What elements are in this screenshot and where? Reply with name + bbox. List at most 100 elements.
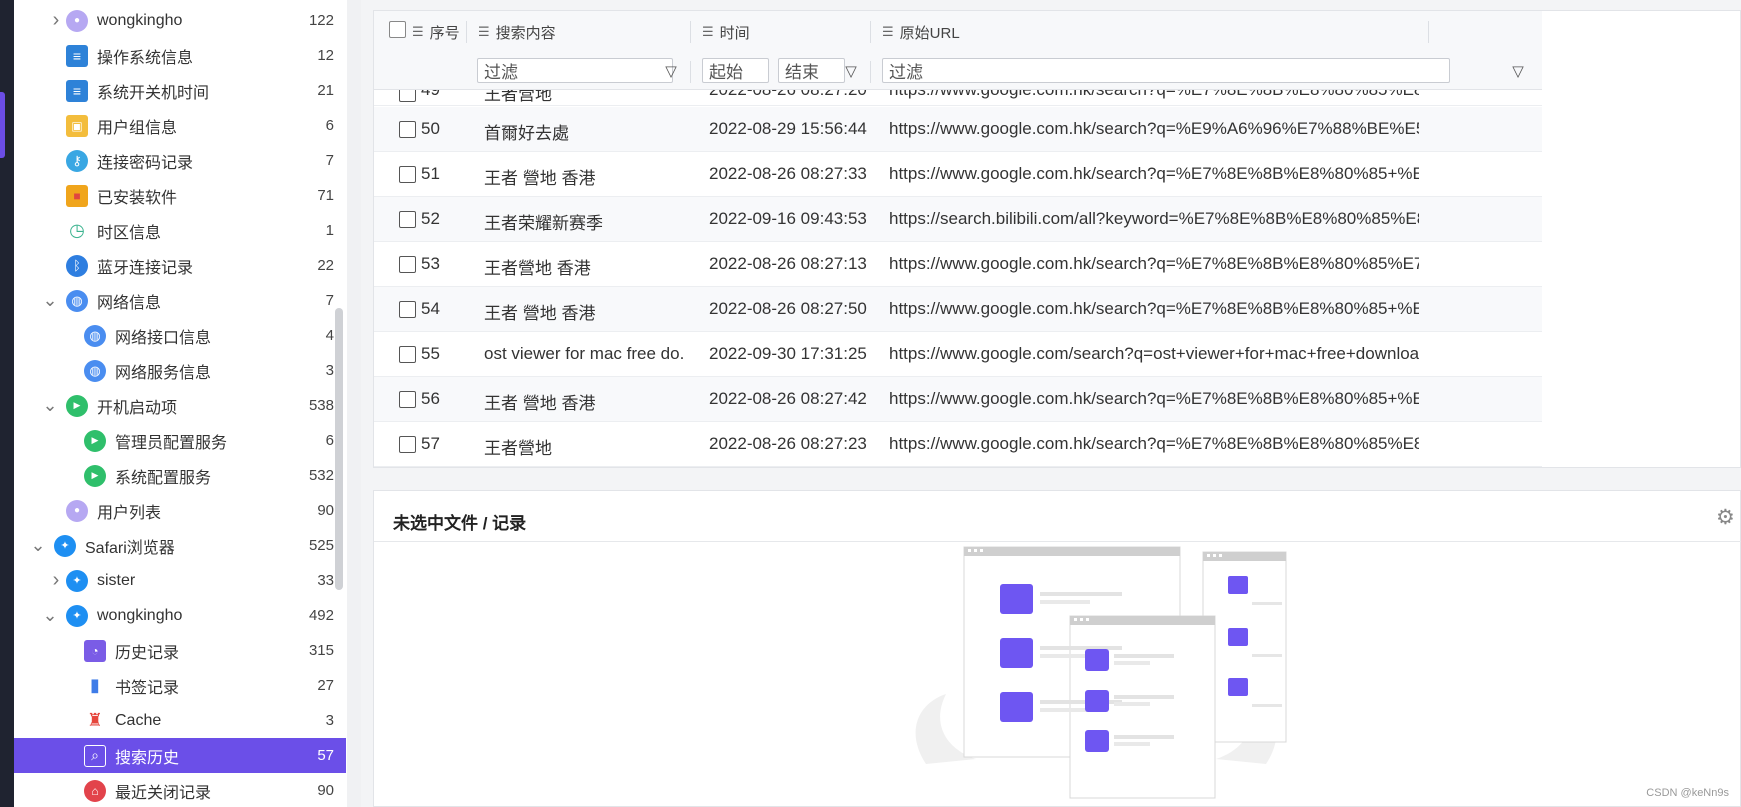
illustration-block <box>1228 576 1248 594</box>
column-menu-icon[interactable]: ☰ <box>882 24 894 40</box>
sidebar-divider[interactable] <box>347 0 361 807</box>
column-resizer[interactable] <box>870 61 871 83</box>
sidebar-item[interactable]: ◔ 历史记录 315 <box>14 633 346 668</box>
cell-index: 53 <box>421 254 440 273</box>
url-filter-input[interactable]: 过滤 <box>882 58 1450 83</box>
sidebar-item[interactable]: ▶ 管理员配置服务 6 <box>14 423 346 458</box>
chevron-right-icon[interactable]: › <box>48 9 64 31</box>
gear-icon[interactable]: ⚙ <box>1716 505 1740 529</box>
window-dot <box>1080 618 1083 621</box>
column-menu-icon[interactable]: ☰ <box>478 24 490 40</box>
cell-url: https://www.google.com.hk/search?q=%E7%8… <box>889 389 1419 408</box>
sidebar-item[interactable]: ⌄ ◍ 网络信息 7 <box>14 283 346 318</box>
sidebar-scrollbar[interactable] <box>335 308 343 590</box>
sidebar-item-label: 系统配置服务 <box>115 469 212 487</box>
sidebar-item[interactable]: ▣ 用户组信息 6 <box>14 108 346 143</box>
sidebar-item-label: 历史记录 <box>115 644 180 662</box>
column-resizer[interactable] <box>466 21 467 43</box>
table-row[interactable]: 49 王者营地 2022-08-26 08:27:20 https://www.goo… <box>374 90 1542 106</box>
column-index-header[interactable]: ☰ 序号 <box>412 19 460 45</box>
empty-state-illustration <box>915 546 1287 799</box>
table-row[interactable]: 55 ost viewer for mac free do... 2022-09-3… <box>374 332 1542 377</box>
sidebar-item-label: 网络接口信息 <box>115 329 212 347</box>
table-row[interactable]: 56 王者 營地 香港 2022-08-26 08:27:42 https://www… <box>374 377 1542 422</box>
sidebar-item-count: 71 <box>317 187 334 204</box>
cell-index: 49 <box>421 90 461 100</box>
table-row[interactable]: 51 王者 營地 香港 2022-08-26 08:27:33 https://www… <box>374 152 1542 197</box>
cell-content: ost viewer for mac free do... <box>484 344 684 363</box>
sidebar-item[interactable]: ≡ 系统开关机时间 21 <box>14 73 346 108</box>
filter-icon[interactable]: ▽ <box>661 61 681 81</box>
cell-url: https://search.bilibili.com/all?keyword=… <box>889 209 1419 228</box>
table-row[interactable]: 53 王者營地 香港 2022-08-26 08:27:13 https://www.… <box>374 242 1542 287</box>
chevron-right-icon[interactable]: › <box>48 569 64 591</box>
row-checkbox[interactable] <box>399 90 416 102</box>
sidebar-item[interactable]: ▶ 系统配置服务 532 <box>14 458 346 493</box>
filter-icon[interactable]: ▽ <box>841 61 861 81</box>
column-resizer[interactable] <box>690 61 691 83</box>
row-checkbox[interactable] <box>399 346 416 363</box>
row-checkbox[interactable] <box>399 391 416 408</box>
cell-time: 2022-08-26 08:27:13 <box>709 254 867 273</box>
row-checkbox[interactable] <box>399 436 416 453</box>
column-content-header[interactable]: ☰ 搜索内容 <box>478 19 556 45</box>
chevron-down-icon[interactable]: ⌄ <box>42 290 58 310</box>
sidebar-item[interactable]: ⌕ 搜索历史 57 <box>14 738 346 773</box>
row-checkbox[interactable] <box>399 211 416 228</box>
rail-active-indicator <box>0 92 5 158</box>
globe-icon: ◍ <box>66 289 88 312</box>
sidebar-item[interactable]: ◍ 网络服务信息 3 <box>14 353 346 388</box>
cell-time: 2022-08-26 08:27:50 <box>709 299 867 318</box>
sidebar-item[interactable]: ● 用户列表 90 <box>14 493 346 528</box>
sidebar-item[interactable]: › ✦ sister 33 <box>14 563 346 598</box>
chevron-down-icon[interactable]: ⌄ <box>42 395 58 415</box>
column-menu-icon[interactable]: ☰ <box>412 24 424 40</box>
column-url-header[interactable]: ☰ 原始URL <box>882 19 960 45</box>
sidebar-item-label: wongkingho <box>97 606 183 624</box>
filter-icon[interactable]: ▽ <box>1508 61 1528 81</box>
sidebar-item[interactable]: ◍ 网络接口信息 4 <box>14 318 346 353</box>
column-resizer[interactable] <box>1428 21 1429 43</box>
user-avatar-icon: ● <box>66 499 88 522</box>
column-resizer[interactable] <box>690 21 691 43</box>
cell-url: https://www.google.com.hk/search?q=%E7%8… <box>889 434 1419 453</box>
table-row[interactable]: 50 首爾好去處 2022-08-29 15:56:44 https://www.go… <box>374 107 1542 152</box>
column-resizer[interactable] <box>870 21 871 43</box>
sidebar-item[interactable]: ⌄ ✦ Safari浏览器 525 <box>14 528 346 563</box>
sidebar-item[interactable]: ♜ Cache 3 <box>14 703 346 738</box>
select-all-checkbox[interactable] <box>389 21 406 38</box>
time-start-filter-input[interactable]: 起始 <box>702 58 769 83</box>
illustration-block <box>1000 638 1033 668</box>
sidebar-item[interactable]: › ● wongkingho 122 <box>14 3 346 38</box>
table-row[interactable]: 54 王者 營地 香港 2022-08-26 08:27:50 https://www… <box>374 287 1542 332</box>
illustration-line <box>1040 646 1122 650</box>
sidebar-item-label: 用户列表 <box>97 504 162 522</box>
table-row[interactable]: 52 王者荣耀新赛季 2022-09-16 09:43:53 https://sear… <box>374 197 1542 242</box>
safari-compass-icon: ✦ <box>54 534 76 557</box>
sidebar-item-label: 系统开关机时间 <box>97 84 210 102</box>
column-menu-icon[interactable]: ☰ <box>702 24 714 40</box>
left-rail <box>0 0 14 807</box>
sidebar-item[interactable]: ◷ 时区信息 1 <box>14 213 346 248</box>
sidebar-item[interactable]: ⌂ 最近关闭记录 90 <box>14 773 346 807</box>
sidebar-item[interactable]: ▮ 书签记录 27 <box>14 668 346 703</box>
row-checkbox[interactable] <box>399 301 416 318</box>
sidebar-item[interactable]: ■ 已安装软件 71 <box>14 178 346 213</box>
chevron-down-icon[interactable]: ⌄ <box>30 535 46 555</box>
sidebar-item[interactable]: ≡ 操作系统信息 12 <box>14 38 346 73</box>
column-time-header[interactable]: ☰ 时间 <box>702 19 750 45</box>
content-filter-input[interactable]: 过滤 <box>477 58 673 83</box>
row-checkbox[interactable] <box>399 256 416 273</box>
table-row[interactable]: 57 王者營地 2022-08-26 08:27:23 https://www.goo… <box>374 422 1542 467</box>
time-end-filter-input[interactable]: 结束 <box>778 58 845 83</box>
sidebar-item[interactable]: ᛒ 蓝牙连接记录 22 <box>14 248 346 283</box>
main-area: ☰序号 ☰搜索内容 ☰时间 ☰原始URL 过滤 ▽ 起始 结束 ▽ 过滤 ▽ 4… <box>361 0 1741 807</box>
sidebar-item-count: 90 <box>317 782 334 799</box>
chevron-down-icon[interactable]: ⌄ <box>42 605 58 625</box>
sidebar-item[interactable]: ⌄ ✦ wongkingho 492 <box>14 598 346 633</box>
row-checkbox[interactable] <box>399 121 416 138</box>
row-checkbox[interactable] <box>399 166 416 183</box>
sidebar-item[interactable]: ⚷ 连接密码记录 7 <box>14 143 346 178</box>
sidebar-item[interactable]: ⌄ ▶ 开机启动项 538 <box>14 388 346 423</box>
cell-index: 52 <box>421 209 440 228</box>
